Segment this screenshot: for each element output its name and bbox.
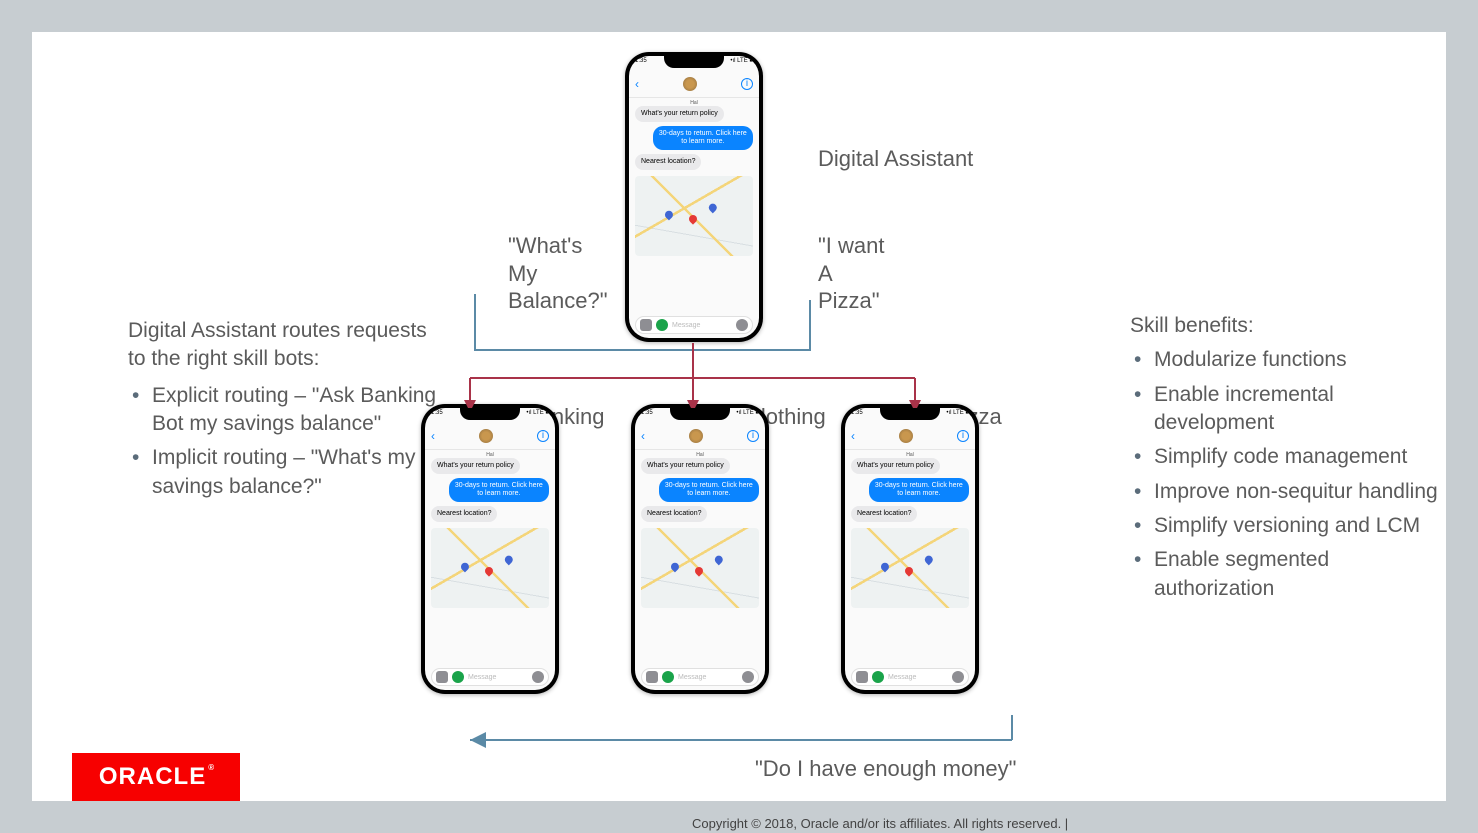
map-block (431, 528, 549, 608)
benefit-5: Simplify versioning and LCM (1130, 512, 1450, 540)
camera-icon (436, 671, 448, 683)
camera-icon (640, 319, 652, 331)
phone-digital-assistant: 1:35•ıl LTE ■ ‹ i Hal What's your return… (625, 52, 763, 342)
right-intro: Skill benefits: (1130, 312, 1450, 340)
apps-icon (656, 319, 668, 331)
info-icon: i (957, 430, 969, 442)
avatar-icon (899, 429, 913, 443)
right-bullets: Modularize functions Enable incremental … (1130, 346, 1450, 603)
info-icon: i (741, 78, 753, 90)
left-column: Digital Assistant routes requests to the… (128, 317, 448, 507)
msg-out-1: 30-days to return. Click here to learn m… (653, 126, 753, 150)
back-chevron-icon: ‹ (641, 429, 645, 443)
back-chevron-icon: ‹ (851, 429, 855, 443)
left-bullets: Explicit routing – "Ask Banking Bot my s… (128, 382, 448, 501)
status-time: 1:35 (635, 58, 647, 70)
send-icon (742, 671, 754, 683)
camera-icon (646, 671, 658, 683)
phone-pizza: 1:35•ıl LTE ■ ‹iHal What's your return p… (841, 404, 979, 694)
apps-icon (662, 671, 674, 683)
back-chevron-icon: ‹ (635, 77, 639, 91)
oracle-logo: ORACLE® (72, 753, 240, 801)
msg-in-1: What's your return policy (635, 106, 724, 122)
msg-in-2: Nearest location? (635, 154, 701, 170)
avatar-icon (479, 429, 493, 443)
input-bar: Message (635, 316, 753, 334)
avatar-icon (689, 429, 703, 443)
copyright: Copyright © 2018, Oracle and/or its affi… (692, 816, 1068, 831)
label-balance: "What's My Balance?" (508, 232, 608, 315)
info-icon: i (537, 430, 549, 442)
bullet-explicit: Explicit routing – "Ask Banking Bot my s… (128, 382, 448, 439)
apps-icon (452, 671, 464, 683)
left-intro: Digital Assistant routes requests to the… (128, 317, 448, 374)
back-chevron-icon: ‹ (431, 429, 435, 443)
benefit-2: Enable incremental development (1130, 381, 1450, 438)
input-placeholder: Message (672, 322, 732, 329)
apps-icon (872, 671, 884, 683)
benefit-6: Enable segmented authorization (1130, 546, 1450, 603)
right-column: Skill benefits: Modularize functions Ena… (1130, 312, 1450, 609)
camera-icon (856, 671, 868, 683)
benefit-4: Improve non-sequitur handling (1130, 478, 1450, 506)
bullet-implicit: Implicit routing – "What's my savings ba… (128, 444, 448, 501)
send-icon (952, 671, 964, 683)
avatar-icon (683, 77, 697, 91)
phone-clothing: 1:35•ıl LTE ■ ‹iHal What's your return p… (631, 404, 769, 694)
label-digital-assistant: Digital Assistant (818, 145, 973, 173)
map-block (635, 176, 753, 256)
benefit-3: Simplify code management (1130, 443, 1450, 471)
phone-banking: 1:35•ıl LTE ■ ‹iHal What's your return p… (421, 404, 559, 694)
label-pizza-want: "I want A Pizza" (818, 232, 885, 315)
map-block (851, 528, 969, 608)
send-icon (532, 671, 544, 683)
map-block (641, 528, 759, 608)
send-icon (736, 319, 748, 331)
label-bottom-quote: "Do I have enough money" (755, 756, 1016, 782)
status-signal: •ıl LTE ■ (730, 58, 753, 70)
info-icon: i (747, 430, 759, 442)
benefit-1: Modularize functions (1130, 346, 1450, 374)
